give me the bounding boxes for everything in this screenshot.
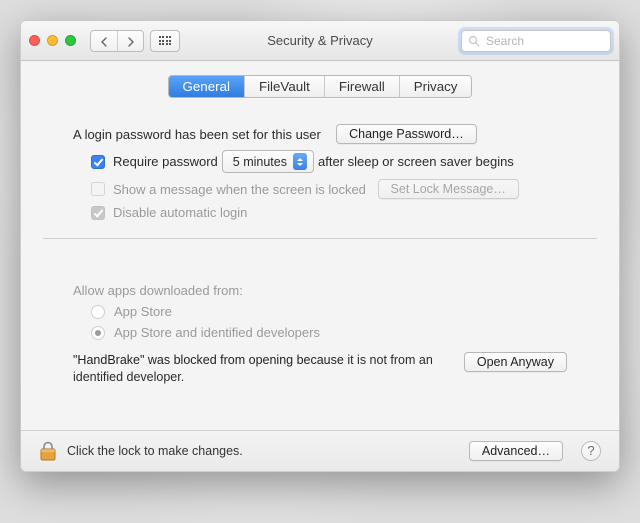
open-anyway-button[interactable]: Open Anyway [464,352,567,372]
lock-button[interactable] [39,441,57,461]
require-password-row: Require password 5 minutes after sleep o… [73,150,567,173]
disable-auto-login-label: Disable automatic login [113,205,247,220]
close-window-button[interactable] [29,35,40,46]
gatekeeper-identified-row: App Store and identified developers [73,325,567,340]
set-lock-message-button: Set Lock Message… [378,179,519,199]
search-icon [468,35,480,47]
tab-privacy[interactable]: Privacy [399,76,472,97]
login-password-label: A login password has been set for this u… [73,127,321,142]
tab-general[interactable]: General [169,76,244,97]
footer: Click the lock to make changes. Advanced… [21,430,619,471]
grid-icon [159,36,172,45]
help-button[interactable]: ? [581,441,601,461]
blocked-app-prefix: "HandBrake" was blocked from opening bec… [73,353,344,367]
gatekeeper-identified-label: App Store and identified developers [114,325,320,340]
tab-firewall[interactable]: Firewall [324,76,399,97]
back-button[interactable] [91,31,117,52]
preferences-window: Security & Privacy General FileVault Fir… [20,20,620,472]
tab-row: General FileVault Firewall Privacy [168,75,473,98]
chevron-right-icon [127,37,135,47]
zoom-window-button[interactable] [65,35,76,46]
blocked-app-message: "HandBrake" was blocked from opening bec… [73,352,448,386]
show-message-checkbox [91,182,105,196]
gatekeeper-appstore-radio [91,305,105,319]
advanced-button[interactable]: Advanced… [469,441,563,461]
tab-filevault[interactable]: FileVault [244,76,324,97]
general-panel: A login password has been set for this u… [43,114,597,430]
gatekeeper-appstore-label: App Store [114,304,172,319]
tabs-container: General FileVault Firewall Privacy [43,75,597,98]
content-area: General FileVault Firewall Privacy A log… [21,61,619,430]
titlebar: Security & Privacy [21,21,619,61]
gatekeeper-heading-row: Allow apps downloaded from: [73,283,567,298]
gatekeeper-identified-radio [91,326,105,340]
blocked-app-row: "HandBrake" was blocked from opening bec… [73,352,567,386]
search-field-wrapper[interactable] [461,30,611,52]
login-password-row: A login password has been set for this u… [73,124,567,144]
show-all-button[interactable] [150,30,180,52]
after-sleep-label: after sleep or screen saver begins [318,154,514,169]
gatekeeper-heading: Allow apps downloaded from: [73,283,243,298]
stepper-icon [293,153,307,170]
password-delay-popup[interactable]: 5 minutes [222,150,314,173]
require-password-checkbox[interactable] [91,155,105,169]
gatekeeper-appstore-row: App Store [73,304,567,319]
traffic-lights [29,35,76,46]
forward-button[interactable] [117,31,143,52]
minimize-window-button[interactable] [47,35,58,46]
show-message-row: Show a message when the screen is locked… [73,179,567,199]
require-password-label: Require password [113,154,218,169]
divider [43,238,597,239]
search-input[interactable] [484,33,604,49]
lock-message: Click the lock to make changes. [67,444,243,458]
nav-back-forward [90,30,144,52]
lock-icon [39,441,57,461]
change-password-button[interactable]: Change Password… [336,124,477,144]
password-delay-value: 5 minutes [233,155,287,169]
disable-auto-login-row: Disable automatic login [73,205,567,220]
show-message-label: Show a message when the screen is locked [113,182,366,197]
disable-auto-login-checkbox [91,206,105,220]
chevron-left-icon [100,37,108,47]
